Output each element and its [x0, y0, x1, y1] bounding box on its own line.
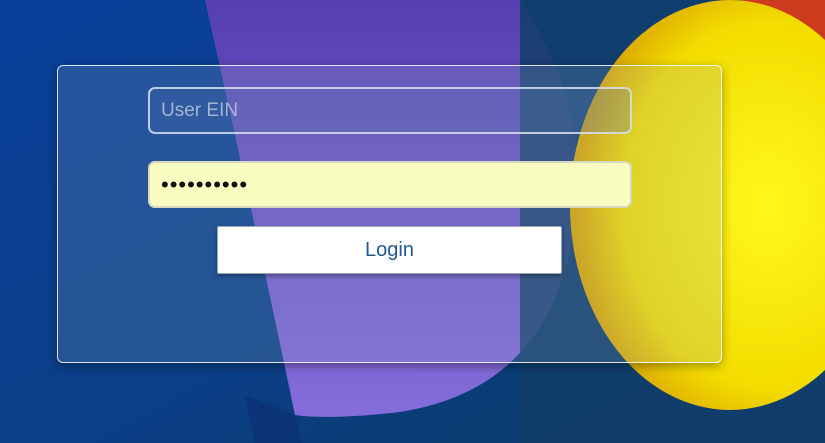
login-button[interactable]: Login: [217, 226, 562, 274]
user-ein-input[interactable]: [148, 87, 632, 134]
password-input[interactable]: [148, 161, 632, 208]
